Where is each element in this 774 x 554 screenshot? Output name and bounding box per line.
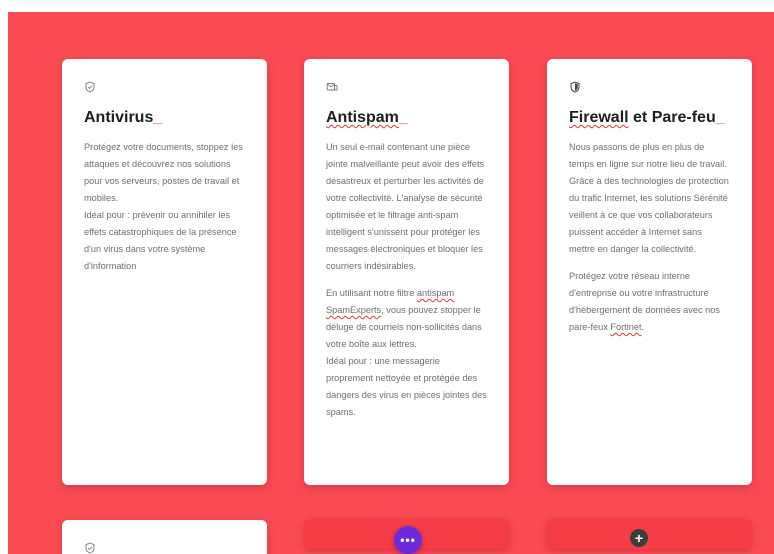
antivirus-description: Protégez votre documents, stoppez les at… [84, 142, 243, 271]
shield-icon [569, 81, 581, 93]
antispam-title: Antispam_ [326, 109, 408, 126]
more-options-button[interactable]: ••• [394, 526, 422, 554]
firewall-card: Firewall et Pare-feu_ Nous passons de pl… [547, 59, 752, 485]
antispam-description: Un seul e-mail contenant une pièce joint… [326, 142, 485, 271]
antispam-description-more: En utilisant notre filtre antispam SpamE… [326, 288, 487, 417]
firewall-description: Nous passons de plus en plus de temps en… [569, 142, 729, 254]
antispam-card: Antispam_ Un seul e-mail contenant une p… [304, 59, 509, 485]
title-accent: _ [398, 109, 408, 126]
firewall-title: Firewall et Pare-feu_ [569, 109, 725, 126]
title-accent: _ [715, 109, 725, 126]
next-card [62, 520, 267, 554]
section-placeholder-right[interactable] [547, 519, 752, 549]
shield-check-icon [84, 542, 96, 554]
antivirus-card: Antivirus_ Protégez votre documents, sto… [62, 59, 267, 485]
add-module-button[interactable]: + [630, 529, 648, 547]
antivirus-title: Antivirus_ [84, 109, 163, 126]
antispam-link: antispam [416, 288, 455, 298]
fortinet-text: Fortinet [610, 322, 642, 332]
page-background: Antivirus_ Protégez votre documents, sto… [8, 12, 774, 554]
mail-filter-icon [326, 81, 338, 93]
title-accent: _ [153, 109, 163, 126]
firewall-description-more: Protégez votre réseau interne d'entrepri… [569, 271, 720, 332]
spamexperts-text: SpamExperts [326, 305, 382, 315]
shield-check-icon [84, 81, 96, 93]
